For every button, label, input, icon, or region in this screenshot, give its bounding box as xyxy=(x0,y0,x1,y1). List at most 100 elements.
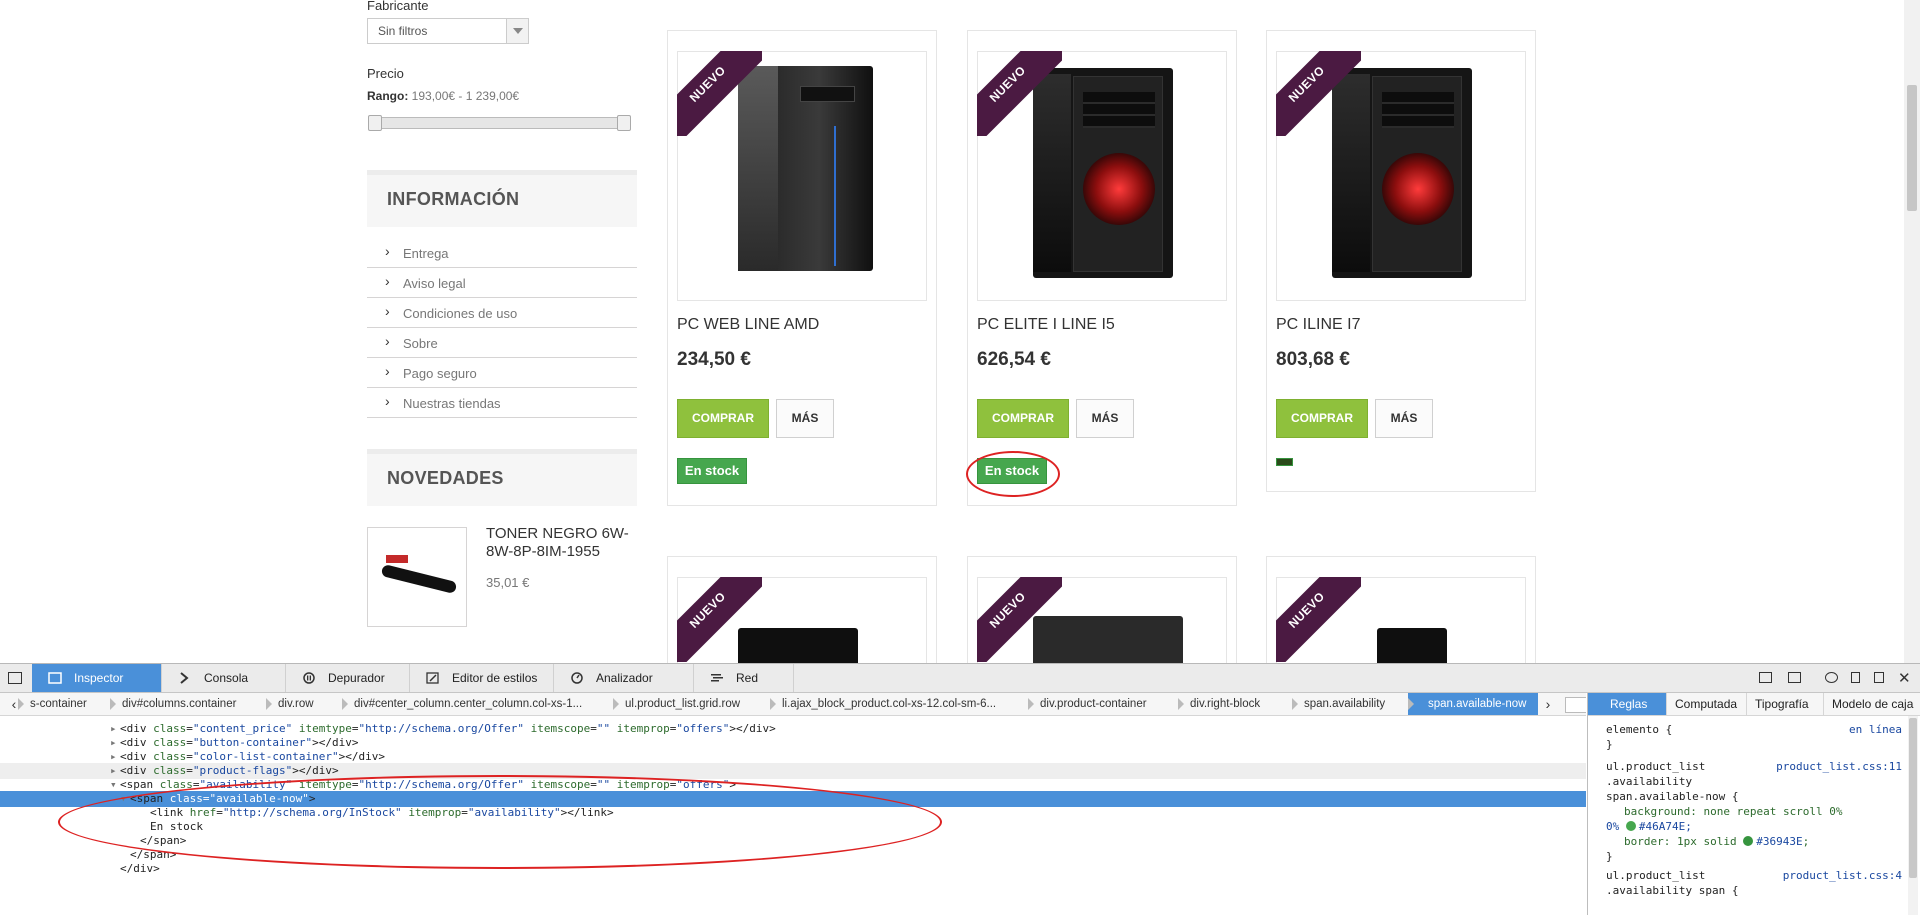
breadcrumb-item-active[interactable]: span.available-now xyxy=(1408,693,1539,715)
tab-label: Analizador xyxy=(596,671,653,685)
more-button[interactable]: MÁS xyxy=(776,399,834,438)
tab-box-model[interactable]: Modelo de caja xyxy=(1824,693,1920,715)
rule-value: #46A74E xyxy=(1638,820,1686,833)
info-link[interactable]: Aviso legal xyxy=(367,268,637,298)
undock-icon[interactable] xyxy=(1874,672,1884,683)
search-icon[interactable] xyxy=(1565,697,1586,713)
markup-space xyxy=(153,778,160,791)
rule-property-text: 0% xyxy=(1606,820,1620,833)
product-name[interactable]: PC ELITE I LINE I5 xyxy=(977,316,1115,334)
info-link[interactable]: Condiciones de uso xyxy=(367,298,637,328)
manufacturer-select[interactable]: Sin filtros xyxy=(367,18,529,44)
buy-button[interactable]: COMPRAR xyxy=(677,399,769,438)
manufacturer-select-value: Sin filtros xyxy=(378,24,428,38)
more-button[interactable]: MÁS xyxy=(1375,399,1433,438)
info-link[interactable]: Sobre xyxy=(367,328,637,358)
product-name[interactable]: PC WEB LINE AMD xyxy=(677,316,819,334)
news-item-title[interactable]: TONER NEGRO 6W-8W-8P-8IM-1955 xyxy=(486,525,636,561)
close-icon[interactable]: ✕ xyxy=(1898,669,1911,687)
new-badge: NUEVO xyxy=(977,577,1062,662)
rule-property[interactable]: background: none repeat scroll 0% xyxy=(1606,804,1902,819)
markup-attr-name[interactable]: class xyxy=(153,764,186,777)
element-picker-icon[interactable] xyxy=(8,672,22,684)
buy-button[interactable]: COMPRAR xyxy=(1276,399,1368,438)
breadcrumb-item[interactable]: div#center_column.center_column.col-xs-1… xyxy=(342,693,582,715)
markup-attr-value[interactable]: "http://schema.org/Offer" xyxy=(358,722,524,735)
tab-debugger[interactable]: Depurador xyxy=(286,664,410,692)
tab-profiler[interactable]: Analizador xyxy=(554,664,694,692)
markup-attr-name[interactable]: class xyxy=(153,722,186,735)
page-scrollbar-thumb[interactable] xyxy=(1907,85,1917,211)
inspector-icon xyxy=(48,672,62,684)
rule-line: } xyxy=(1606,738,1613,751)
markup-attr-value[interactable]: "product-flags" xyxy=(193,764,292,777)
page-scrollbar[interactable] xyxy=(1904,0,1920,663)
markup-attr-name[interactable]: itemprop xyxy=(617,722,670,735)
markup-attr-name[interactable]: class xyxy=(153,736,186,749)
chevron-down-icon[interactable] xyxy=(506,19,528,43)
breadcrumb-item[interactable]: div.product-container xyxy=(1028,693,1147,715)
price-slider-min-handle[interactable] xyxy=(368,115,382,131)
buy-button[interactable]: COMPRAR xyxy=(977,399,1069,438)
markup-attr-value[interactable]: "button-container" xyxy=(193,736,312,749)
more-button[interactable]: MÁS xyxy=(1076,399,1134,438)
breadcrumb-item[interactable]: ul.product_list.grid.row xyxy=(613,693,740,715)
info-link[interactable]: Nuestras tiendas xyxy=(367,388,637,418)
markup-attr-value[interactable]: "" xyxy=(597,722,610,735)
rule-property-text: background: none repeat scroll 0% xyxy=(1624,805,1843,818)
rules-scrollbar-thumb[interactable] xyxy=(1909,718,1917,878)
price-range: Rango: 193,00€ - 1 239,00€ xyxy=(367,89,519,103)
price-slider[interactable] xyxy=(368,115,631,131)
markup-equals: = xyxy=(186,764,193,777)
breadcrumb-next-icon[interactable]: › xyxy=(1540,696,1556,712)
stock-badge: En stock xyxy=(677,458,747,484)
markup-line[interactable]: </div> xyxy=(0,861,1586,877)
color-swatch-icon[interactable] xyxy=(1625,821,1636,831)
breadcrumb-item[interactable]: div#columns.container xyxy=(110,693,236,715)
settings-gear-icon[interactable] xyxy=(1825,672,1838,683)
info-link[interactable]: Pago seguro xyxy=(367,358,637,388)
tab-rules[interactable]: Reglas xyxy=(1588,693,1667,715)
rule-source[interactable]: en línea xyxy=(1849,722,1902,737)
rule-source[interactable]: product_list.css:4 xyxy=(1783,868,1902,883)
price-slider-max-handle[interactable] xyxy=(617,115,631,131)
rule-property[interactable]: 0% #46A74E; xyxy=(1606,819,1902,834)
markup-attr-value[interactable]: "content_price" xyxy=(193,722,292,735)
info-link[interactable]: Entrega xyxy=(367,238,637,268)
product-card: NUEVO PC WEB LINE AMD 234,50 € COMPRAR M… xyxy=(667,30,937,506)
breadcrumb-item[interactable]: div.row xyxy=(266,693,314,715)
tab-network[interactable]: Red xyxy=(694,664,794,692)
rule-property[interactable]: border: 1px solid #36943E; xyxy=(1606,834,1902,849)
color-swatch-icon[interactable] xyxy=(1743,836,1754,846)
breadcrumb-item[interactable]: span.availability xyxy=(1292,693,1385,715)
markup-attr-name[interactable]: class xyxy=(153,750,186,763)
rule-source[interactable]: product_list.css:11 xyxy=(1776,759,1902,774)
new-badge-label: NUEVO xyxy=(686,589,729,631)
markup-tag-close: ></div> xyxy=(338,750,385,763)
rules-scrollbar[interactable] xyxy=(1908,716,1918,915)
markup-attr-name[interactable]: itemtype xyxy=(299,722,352,735)
news-item-image[interactable] xyxy=(367,527,467,627)
tab-style-editor[interactable]: Editor de estilos xyxy=(410,664,554,692)
pc-tower-bays xyxy=(1083,92,1155,128)
breadcrumb-item[interactable]: div.right-block xyxy=(1178,693,1260,715)
rule-line: ul.product_list product_list.css:11 xyxy=(1606,759,1902,774)
product-name[interactable]: PC ILINE I7 xyxy=(1276,316,1360,334)
tab-label: Consola xyxy=(204,671,249,685)
product-card: NUEVO PC ELITE I LINE I5 626,54 € COMPRA… xyxy=(967,30,1237,506)
split-console-icon[interactable] xyxy=(1788,672,1801,683)
tab-fonts[interactable]: Tipografía xyxy=(1747,693,1824,715)
dock-side-icon[interactable] xyxy=(1851,672,1860,683)
tab-computed[interactable]: Computada xyxy=(1667,693,1747,715)
breadcrumb-item[interactable]: s-container xyxy=(18,693,87,715)
product-price: 626,54 € xyxy=(977,349,1051,370)
dock-bottom-icon[interactable] xyxy=(1759,672,1772,683)
breadcrumb-item[interactable]: li.ajax_block_product.col-xs-12.col-sm-6… xyxy=(770,693,996,715)
toner-box-graphic xyxy=(386,555,408,563)
markup-attr-value[interactable]: "offers" xyxy=(676,722,729,735)
markup-attr-value[interactable]: "color-list-container" xyxy=(193,750,339,763)
markup-attr-name[interactable]: itemscope xyxy=(531,722,591,735)
product-price: 234,50 € xyxy=(677,349,751,370)
tab-console[interactable]: Consola xyxy=(162,664,286,692)
tab-inspector[interactable]: Inspector xyxy=(32,664,162,692)
